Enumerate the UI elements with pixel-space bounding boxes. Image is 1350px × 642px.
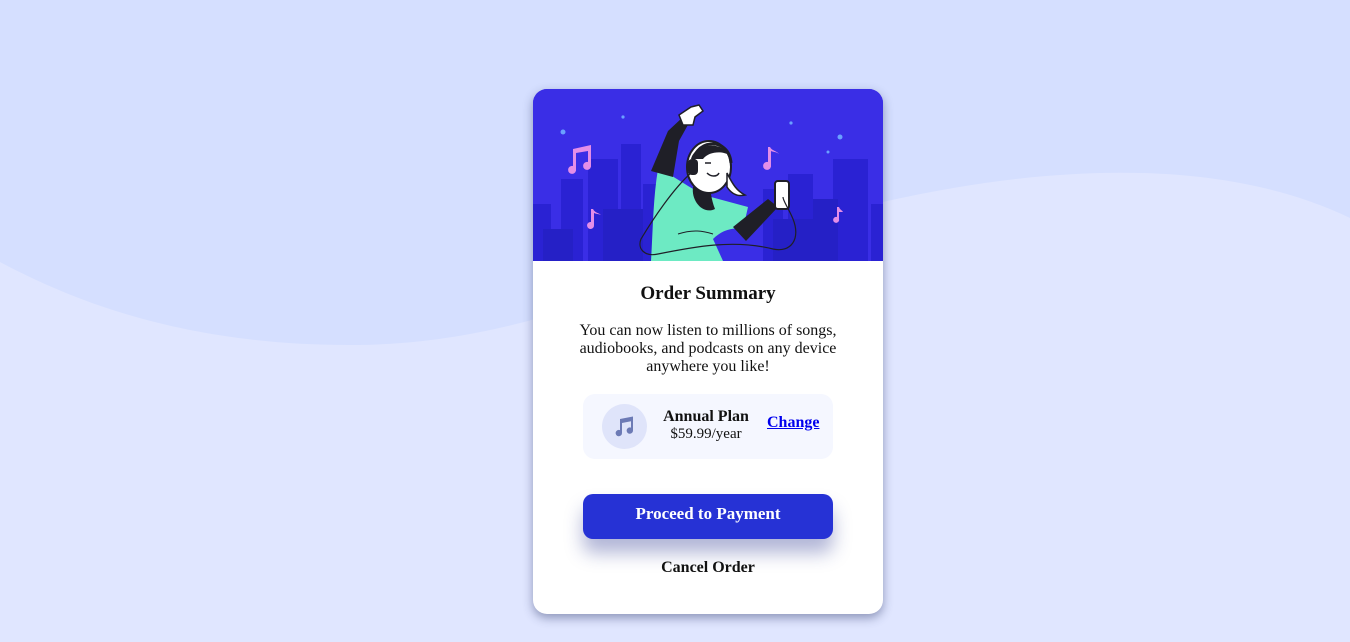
plan-summary-box: Annual Plan $59.99/year Change [583,394,833,459]
music-note-icon [615,416,634,437]
plan-price: $59.99/year [670,426,742,442]
change-plan-link[interactable]: Change [767,414,819,432]
person-dancing-illustration [533,89,883,261]
page-title: Order Summary [640,283,776,304]
order-description: You can now listen to millions of songs,… [579,322,837,375]
plan-icon-circle [602,404,647,449]
proceed-to-payment-button[interactable]: Proceed to Payment [583,494,833,539]
order-summary-card: Order Summary You can now listen to mill… [533,89,883,614]
hero-illustration [533,89,883,261]
plan-name: Annual Plan [663,408,749,425]
cancel-order-button[interactable]: Cancel Order [533,559,883,577]
